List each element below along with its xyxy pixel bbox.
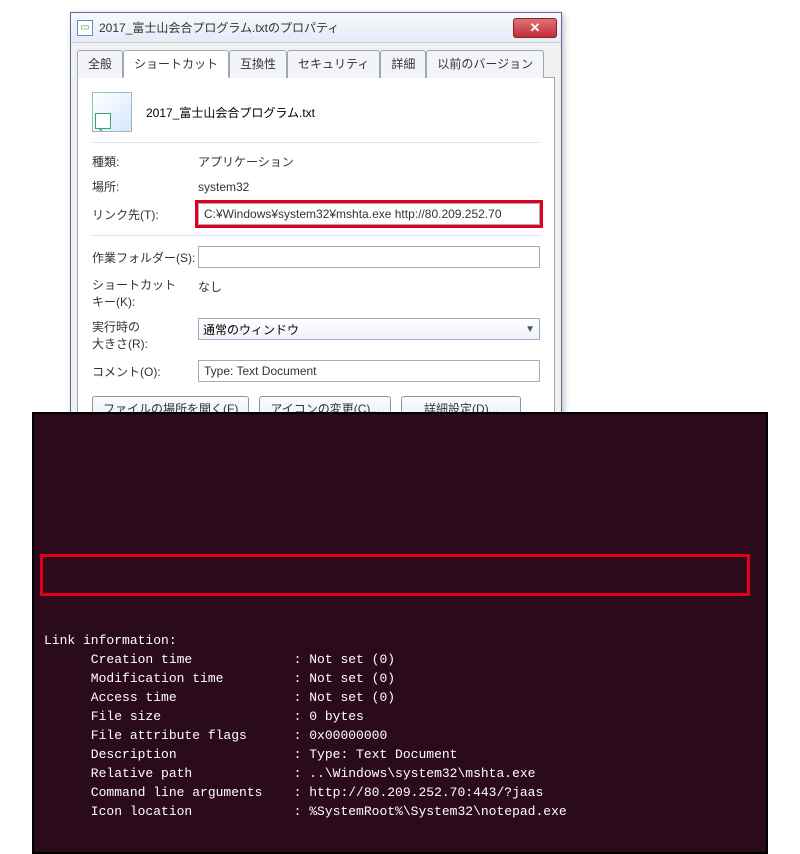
terminal-text: Link information: Creation time : Not se…: [44, 631, 756, 821]
target-label: リンク先(T):: [92, 206, 198, 223]
hotkey-value: なし: [198, 276, 540, 295]
run-label: 実行時の 大きさ(R):: [92, 318, 198, 352]
chevron-down-icon: ▼: [525, 324, 535, 335]
tab-general[interactable]: 全般: [77, 50, 123, 78]
terminal-output: Link information: Creation time : Not se…: [32, 412, 768, 854]
comment-label: コメント(O):: [92, 363, 198, 380]
terminal-highlight-box: [40, 554, 750, 596]
comment-input[interactable]: [198, 360, 540, 382]
type-value: アプリケーション: [198, 153, 540, 170]
tab-security[interactable]: セキュリティ: [287, 50, 380, 78]
tab-details[interactable]: 詳細: [380, 50, 426, 78]
type-label: 種類:: [92, 153, 198, 170]
close-button[interactable]: ✕: [513, 18, 557, 38]
hotkey-label: ショートカット キー(K):: [92, 276, 198, 310]
properties-dialog: ▭ 2017_富士山会合プログラム.txtのプロパティ ✕ 全般 ショートカット…: [70, 12, 562, 443]
run-select-value: 通常のウィンドウ: [203, 321, 299, 338]
file-icon: ▭: [77, 20, 93, 36]
location-label: 場所:: [92, 178, 198, 195]
tab-prev-versions[interactable]: 以前のバージョン: [426, 50, 544, 78]
tab-compat[interactable]: 互換性: [229, 50, 287, 78]
workdir-label: 作業フォルダー(S):: [92, 249, 198, 266]
target-input[interactable]: [198, 203, 540, 225]
window-title: 2017_富士山会合プログラム.txtのプロパティ: [99, 19, 513, 36]
titlebar[interactable]: ▭ 2017_富士山会合プログラム.txtのプロパティ ✕: [71, 13, 561, 43]
workdir-input[interactable]: [198, 246, 540, 268]
filename-label: 2017_富士山会合プログラム.txt: [146, 104, 315, 121]
run-select[interactable]: 通常のウィンドウ ▼: [198, 318, 540, 340]
tab-strip: 全般 ショートカット 互換性 セキュリティ 詳細 以前のバージョン: [71, 43, 561, 77]
location-value: system32: [198, 180, 540, 194]
shortcut-icon: [92, 92, 132, 132]
tab-panel: 2017_富士山会合プログラム.txt 種類: アプリケーション 場所: sys…: [77, 77, 555, 436]
tab-shortcut[interactable]: ショートカット: [123, 50, 229, 78]
